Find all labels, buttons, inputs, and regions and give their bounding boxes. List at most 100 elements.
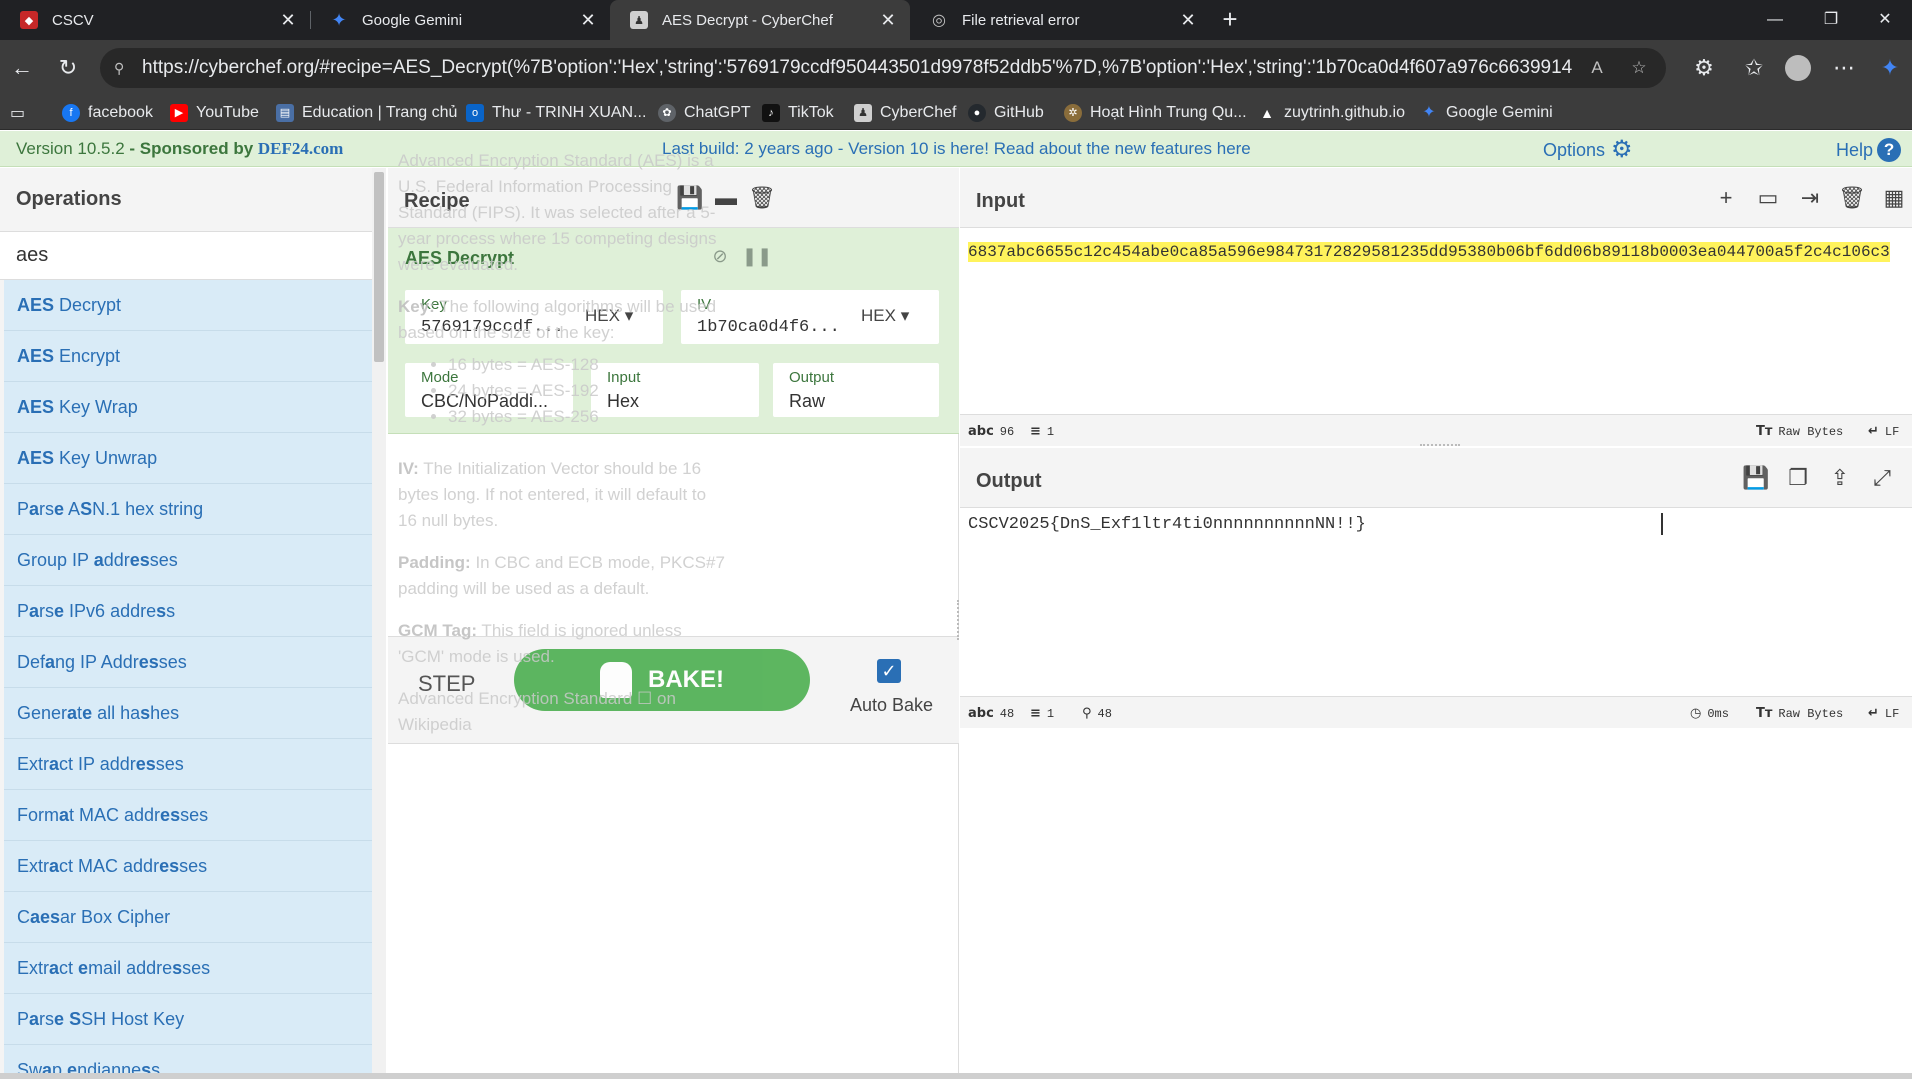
operation-item[interactable]: Extract MAC addresses [4,841,372,892]
input-format-value[interactable]: Hex [607,391,639,412]
bake-button[interactable]: BAKE! [514,649,810,711]
save-recipe-icon[interactable]: 💾 [676,184,704,212]
output-title: Output [976,470,1042,492]
bookmark-youtube[interactable]: ▶ YouTube [170,102,259,124]
input-format-field[interactable]: Input Hex [591,363,759,417]
bookmark-cyberchef[interactable]: ♟ CyberChef [854,102,956,124]
favorites-icon[interactable]: ✩ [1740,54,1768,82]
bookmark-tiktok[interactable]: ♪ TikTok [762,102,834,124]
operation-item[interactable]: Caesar Box Cipher [4,892,372,943]
open-folder-icon[interactable]: ▭ [1754,184,1782,212]
help-button[interactable]: Help ? [1836,138,1902,162]
operation-item[interactable]: AES Encrypt [4,331,372,382]
maximize-output-icon[interactable]: ⤢ [1868,464,1896,492]
output-format-field[interactable]: Output Raw [773,363,939,417]
reset-layout-icon[interactable]: ▦ [1880,184,1908,212]
output-eol-selector[interactable]: ↵ LF [1868,706,1899,721]
operation-item[interactable]: AES Key Unwrap [4,433,372,484]
input-textarea[interactable]: 6837abc6655c12c454abe0ca85a596e984731728… [968,242,1890,262]
tab-cscv[interactable]: ◆ CSCV ✕ [0,0,311,40]
breakpoint-pause-icon[interactable]: ❚❚ [742,244,772,268]
scrollbar-thumb[interactable] [374,172,384,362]
new-tab-button[interactable]: + [1216,6,1244,34]
iv-field[interactable]: IV 1b70ca0d4f6... HEX ▾ [681,290,939,344]
vertical-pane-grip[interactable] [957,600,959,640]
clear-recipe-trash-icon[interactable]: 🗑 [748,184,776,212]
reload-icon[interactable]: ↻ [54,54,82,82]
site-info-icon[interactable]: ⚲ [114,58,134,78]
copilot-icon[interactable]: ✦ [1876,54,1904,82]
step-button[interactable]: STEP [418,671,475,697]
copy-output-icon[interactable]: ❐ [1784,464,1812,492]
bookmark-zuytrinh[interactable]: ▲ zuytrinh.github.io [1258,102,1405,124]
bookmark-chatgpt[interactable]: ✿ ChatGPT [658,102,751,124]
output-encoding-selector[interactable]: Tт Raw Bytes [1756,706,1843,721]
operation-item[interactable]: Parse ASN.1 hex string [4,484,372,535]
operation-item[interactable]: Generate all hashes [4,688,372,739]
replace-input-with-output-icon[interactable]: ⇪ [1826,464,1854,492]
iv-format-dropdown[interactable]: HEX ▾ [861,306,909,326]
profile-avatar[interactable] [1785,55,1811,81]
mode-field[interactable]: Mode CBC/NoPaddi... [405,363,573,417]
bookmark-education[interactable]: ▤ Education | Trang chủ [276,102,457,124]
more-menu-icon[interactable]: ⋯ [1830,54,1858,82]
close-tab-icon[interactable]: ✕ [578,10,598,30]
operations-search-input[interactable] [0,232,372,280]
minimize-icon[interactable]: — [1752,6,1798,34]
key-field[interactable]: Key 5769179ccdf... HEX ▾ [405,290,663,344]
restore-icon[interactable]: ❐ [1808,6,1854,34]
operation-item[interactable]: Parse SSH Host Key [4,994,372,1045]
operation-item[interactable]: AES Key Wrap [4,382,372,433]
input-eol-selector[interactable]: ↵ LF [1868,424,1899,439]
operation-item[interactable]: Extract IP addresses [4,739,372,790]
lines-icon: ≡ [1030,706,1041,721]
read-aloud-icon[interactable]: A [1586,57,1608,79]
auto-bake-checkbox[interactable]: ✓ [877,659,901,683]
add-input-tab-icon[interactable]: + [1712,184,1740,212]
build-notice-link[interactable]: Last build: 2 years ago - Version 10 is … [662,139,1251,159]
extensions-icon[interactable]: ⚙ [1690,54,1718,82]
sponsor-link[interactable]: DEF24.com [258,139,343,158]
bookmark-google-gemini[interactable]: ✦ Google Gemini [1420,102,1552,124]
favorite-star-icon[interactable]: ☆ [1628,57,1650,79]
address-bar[interactable]: ⚲ https://cyberchef.org/#recipe=AES_Decr… [100,48,1666,88]
operation-item[interactable]: Defang IP Addresses [4,637,372,688]
operation-item[interactable]: Group IP addresses [4,535,372,586]
iv-value[interactable]: 1b70ca0d4f6... [697,318,837,337]
options-button[interactable]: Options ⚙ [1543,138,1635,162]
key-format-dropdown[interactable]: HEX ▾ [585,306,633,326]
mode-value[interactable]: CBC/NoPaddi... [421,391,567,412]
sidebar-toggle-icon[interactable]: ▭ [10,102,25,124]
close-tab-icon[interactable]: ✕ [1178,10,1198,30]
clear-input-trash-icon[interactable]: 🗑 [1838,184,1866,212]
operation-item[interactable]: Extract email addresses [4,943,372,994]
operation-item[interactable]: AES Decrypt [4,280,372,331]
output-format-value[interactable]: Raw [789,391,825,412]
back-icon[interactable]: ← [8,54,36,82]
tab-label: AES Decrypt - CyberChef [662,11,833,29]
input-encoding-selector[interactable]: Tт Raw Bytes [1756,424,1843,439]
close-tab-icon[interactable]: ✕ [878,10,898,30]
bookmark-github[interactable]: ● GitHub [968,102,1044,124]
bookmark-outlook[interactable]: o Thư - TRINH XUAN... [466,102,646,124]
output-textarea[interactable]: CSCV2025{DnS_Exf1ltr4ti0nnnnnnnnnnNN!!} [968,515,1366,534]
operations-scrollbar[interactable] [372,168,386,1079]
close-tab-icon[interactable]: ✕ [278,10,298,30]
url-text[interactable]: https://cyberchef.org/#recipe=AES_Decryp… [142,57,1572,79]
tab-google-gemini[interactable]: ✦ Google Gemini ✕ [310,0,610,40]
bookmark-hoat-hinh[interactable]: ✲ Hoạt Hình Trung Qu... [1064,102,1247,124]
operation-item[interactable]: Parse IPv6 address [4,586,372,637]
save-output-icon[interactable]: 💾 [1742,464,1770,492]
bookmark-facebook[interactable]: f facebook [62,102,153,124]
tab-aes-decrypt-cyberchef[interactable]: ♟ AES Decrypt - CyberChef ✕ [610,0,910,40]
load-recipe-folder-icon[interactable]: ▬ [712,184,740,212]
help-label: Help [1836,139,1874,160]
disable-operation-icon[interactable]: ⊘ [708,244,732,268]
aes-decrypt-operation[interactable]: AES Decrypt ⊘ ❚❚ Key 5769179ccdf... HEX … [388,228,959,434]
operation-item[interactable]: Format MAC addresses [4,790,372,841]
divider-grip[interactable] [1420,444,1460,446]
open-file-icon[interactable]: ⇥ [1796,184,1824,212]
close-window-icon[interactable]: ✕ [1862,6,1908,34]
tab-file-retrieval-error[interactable]: ◎ File retrieval error ✕ [910,0,1210,40]
key-value[interactable]: 5769179ccdf... [421,318,561,337]
